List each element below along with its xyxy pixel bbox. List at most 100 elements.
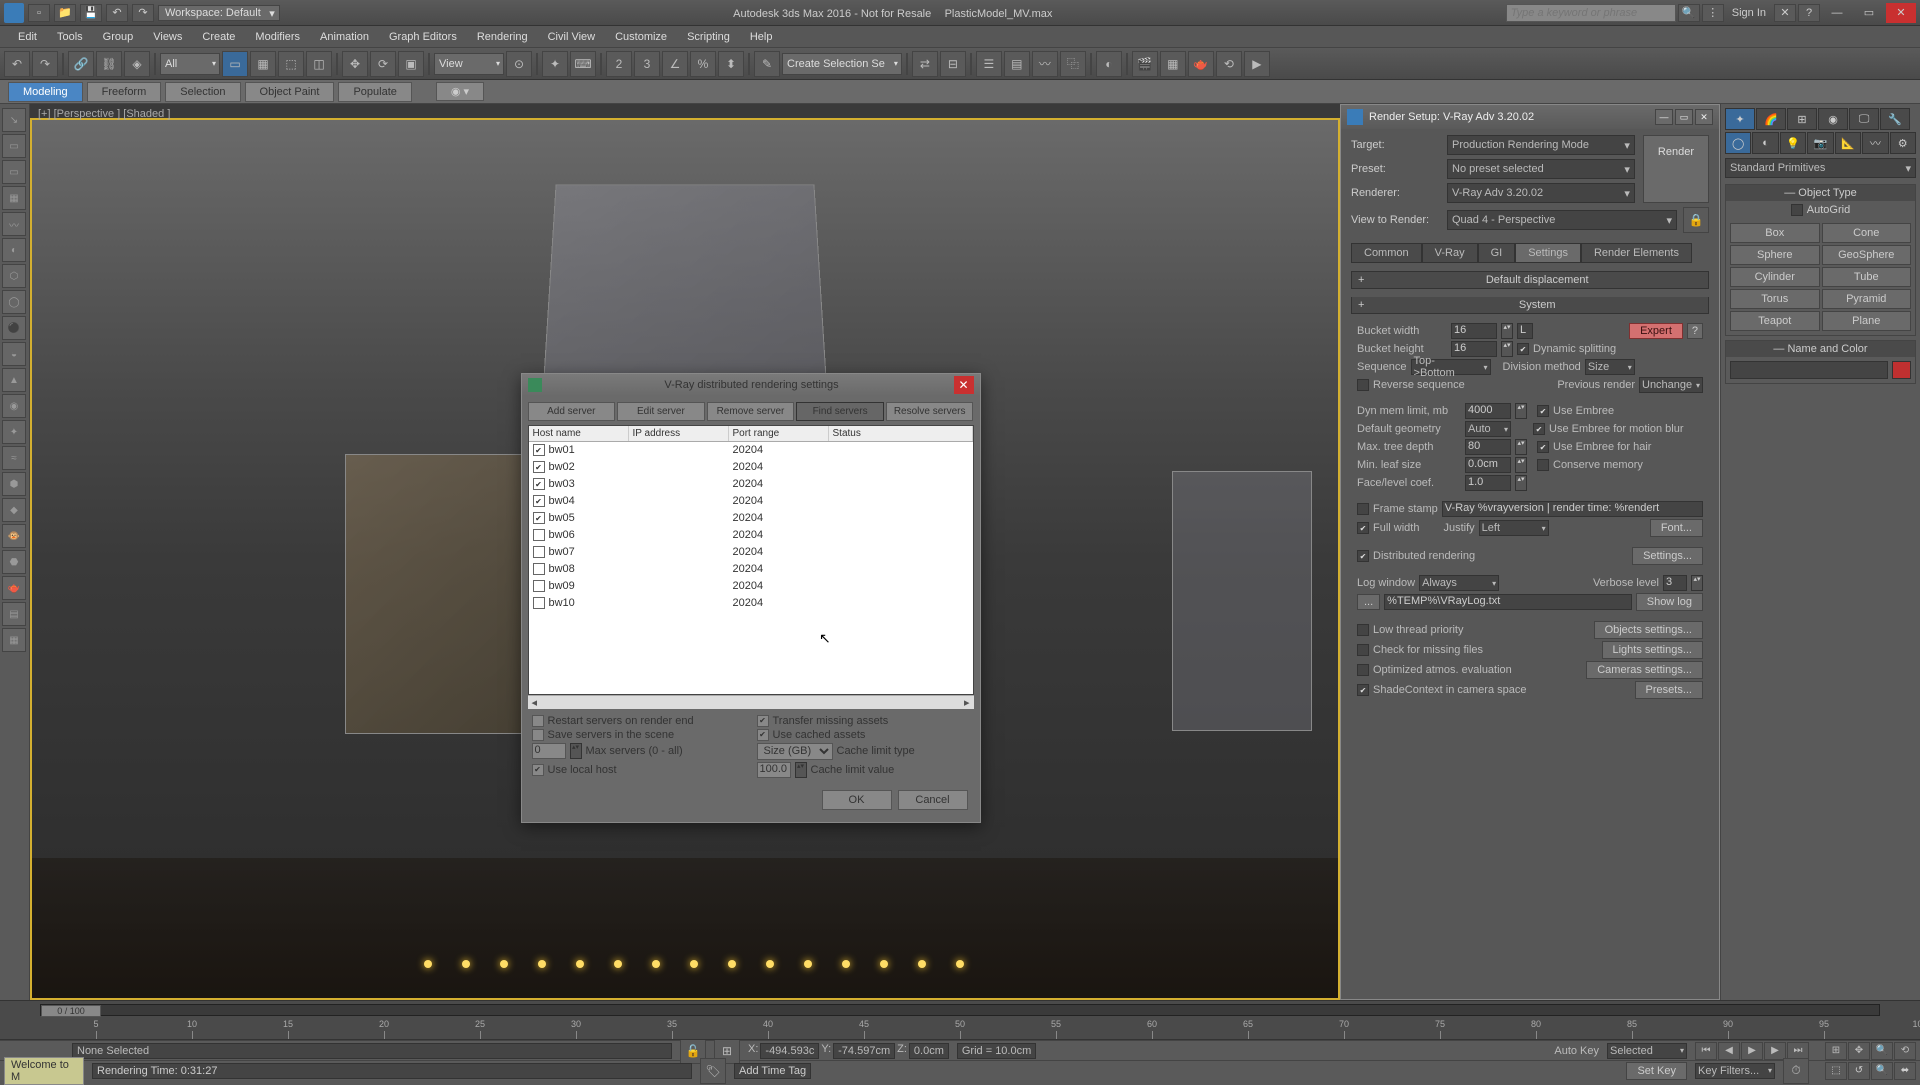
ribbon-tab-modeling[interactable]: Modeling <box>8 82 83 102</box>
renderer-dropdown[interactable]: V-Ray Adv 3.20.02 <box>1447 183 1635 203</box>
render-active-button[interactable]: ▶ <box>1244 51 1270 77</box>
z-coord[interactable]: 0.0cm <box>909 1043 949 1059</box>
left-tool-7[interactable]: ◯ <box>2 290 26 314</box>
help-button[interactable]: ? <box>1687 323 1703 339</box>
target-dropdown[interactable]: Production Rendering Mode <box>1447 135 1635 155</box>
previous-render-dropdown[interactable]: Unchange <box>1639 377 1703 393</box>
create-tab[interactable]: ✦ <box>1725 108 1755 130</box>
left-tool-16[interactable]: 🐵 <box>2 524 26 548</box>
create-geosphere-button[interactable]: GeoSphere <box>1822 245 1912 265</box>
check-missing-checkbox[interactable] <box>1357 644 1369 656</box>
server-checkbox[interactable]: ✔ <box>533 461 545 473</box>
full-width-checkbox[interactable]: ✔ <box>1357 522 1369 534</box>
play-button[interactable]: ▶ <box>1741 1042 1763 1060</box>
left-tool-15[interactable]: ◆ <box>2 498 26 522</box>
select-name-button[interactable]: ▦ <box>250 51 276 77</box>
server-checkbox[interactable]: ✔ <box>533 495 545 507</box>
pivot-button[interactable]: ⊙ <box>506 51 532 77</box>
cancel-button[interactable]: Cancel <box>898 790 968 810</box>
server-list[interactable]: Host name IP address Port range Status ✔… <box>528 425 974 695</box>
max-servers-spinner[interactable]: ▴▾ <box>570 743 582 759</box>
lights-subtab[interactable]: 💡 <box>1780 132 1806 154</box>
left-tool-11[interactable]: ◉ <box>2 394 26 418</box>
log-window-dropdown[interactable]: Always <box>1419 575 1499 591</box>
menu-rendering[interactable]: Rendering <box>467 29 538 45</box>
cameras-settings-button[interactable]: Cameras settings... <box>1586 661 1703 679</box>
log-path-button[interactable]: ... <box>1357 594 1380 610</box>
autokey-dropdown[interactable]: Selected <box>1607 1043 1687 1059</box>
menu-create[interactable]: Create <box>192 29 245 45</box>
shapes-subtab[interactable]: ◐ <box>1752 132 1778 154</box>
view-to-render-dropdown[interactable]: Quad 4 - Perspective <box>1447 210 1677 230</box>
render-button[interactable]: Render <box>1643 135 1709 203</box>
search-icon[interactable]: 🔍 <box>1678 4 1700 22</box>
menu-civil view[interactable]: Civil View <box>538 29 605 45</box>
render-setup-button[interactable]: 🎬 <box>1132 51 1158 77</box>
render-setup-titlebar[interactable]: Render Setup: V-Ray Adv 3.20.02 — ▭ ✕ <box>1341 105 1719 129</box>
left-tool-13[interactable]: ≈ <box>2 446 26 470</box>
create-torus-button[interactable]: Torus <box>1730 289 1820 309</box>
close-dialog-button[interactable]: ✕ <box>1695 109 1713 125</box>
cache-limit-type-dropdown[interactable]: Size (GB) <box>757 743 833 760</box>
helpers-subtab[interactable]: 📐 <box>1835 132 1861 154</box>
redo-button[interactable]: ↷ <box>32 51 58 77</box>
y-coord[interactable]: -74.597cm <box>833 1043 895 1059</box>
system-rollout[interactable]: System <box>1351 297 1709 314</box>
autogrid-checkbox[interactable] <box>1791 204 1803 216</box>
menu-customize[interactable]: Customize <box>605 29 677 45</box>
ribbon-tab-object paint[interactable]: Object Paint <box>245 82 335 102</box>
window-crossing-button[interactable]: ◫ <box>306 51 332 77</box>
create-cylinder-button[interactable]: Cylinder <box>1730 267 1820 287</box>
left-tool-0[interactable]: ↘ <box>2 108 26 132</box>
default-geometry-dropdown[interactable]: Auto <box>1465 421 1511 437</box>
server-checkbox[interactable] <box>533 597 545 609</box>
render-tab-v-ray[interactable]: V-Ray <box>1422 243 1478 263</box>
toggle-ribbon-button[interactable]: ▤ <box>1004 51 1030 77</box>
left-tool-20[interactable]: ▦ <box>2 628 26 652</box>
selection-filter-dropdown[interactable]: All <box>160 53 220 75</box>
redo-icon[interactable]: ↷ <box>132 4 154 22</box>
edit-server-button[interactable]: Edit server <box>617 402 705 421</box>
object-type-rollout[interactable]: — Object Type <box>1726 185 1915 201</box>
hierarchy-tab[interactable]: ⊞ <box>1787 108 1817 130</box>
lock-view-button[interactable]: 🔒 <box>1683 207 1709 233</box>
left-tool-19[interactable]: ▤ <box>2 602 26 626</box>
select-object-button[interactable]: ▭ <box>222 51 248 77</box>
frame-stamp-input[interactable]: V-Ray %vrayversion | render time: %rende… <box>1442 501 1703 517</box>
create-tube-button[interactable]: Tube <box>1822 267 1912 287</box>
max-servers-input[interactable]: 0 <box>532 743 566 759</box>
link-button[interactable]: 🔗 <box>68 51 94 77</box>
undo-button[interactable]: ↶ <box>4 51 30 77</box>
use-cached-checkbox[interactable]: ✔ <box>757 729 769 741</box>
percent-snap-button[interactable]: % <box>690 51 716 77</box>
workspace-dropdown[interactable]: Workspace: Default <box>158 5 280 21</box>
shade-context-checkbox[interactable]: ✔ <box>1357 684 1369 696</box>
script-listener[interactable]: Welcome to M <box>4 1057 84 1085</box>
server-checkbox[interactable] <box>533 563 545 575</box>
render-iterative-button[interactable]: ⟲ <box>1216 51 1242 77</box>
ribbon-tab-freeform[interactable]: Freeform <box>87 82 162 102</box>
rendered-frame-button[interactable]: ▦ <box>1160 51 1186 77</box>
scale-button[interactable]: ▣ <box>398 51 424 77</box>
find-servers-button[interactable]: Find servers <box>796 402 884 421</box>
server-checkbox[interactable] <box>533 529 545 541</box>
left-tool-2[interactable]: ▭ <box>2 160 26 184</box>
justify-dropdown[interactable]: Left <box>1479 520 1549 536</box>
min-leaf-input[interactable]: 0.0cm <box>1465 457 1511 473</box>
preset-dropdown[interactable]: No preset selected <box>1447 159 1635 179</box>
manipulate-button[interactable]: ✦ <box>542 51 568 77</box>
viewport-label[interactable]: [+] [Perspective ] [Shaded ] <box>38 108 170 120</box>
rotate-button[interactable]: ⟳ <box>370 51 396 77</box>
object-name-input[interactable] <box>1730 361 1888 379</box>
render-tab-common[interactable]: Common <box>1351 243 1422 263</box>
cameras-subtab[interactable]: 📷 <box>1807 132 1833 154</box>
log-path-input[interactable]: %TEMP%\VRayLog.txt <box>1384 594 1632 610</box>
server-row[interactable]: bw0820204 <box>529 561 973 578</box>
render-button[interactable]: 🫖 <box>1188 51 1214 77</box>
presets-button[interactable]: Presets... <box>1635 681 1703 699</box>
server-checkbox[interactable]: ✔ <box>533 512 545 524</box>
reverse-sequence-checkbox[interactable] <box>1357 379 1369 391</box>
save-servers-checkbox[interactable] <box>532 729 544 741</box>
display-tab[interactable]: 🖵 <box>1849 108 1879 130</box>
motion-tab[interactable]: ◉ <box>1818 108 1848 130</box>
